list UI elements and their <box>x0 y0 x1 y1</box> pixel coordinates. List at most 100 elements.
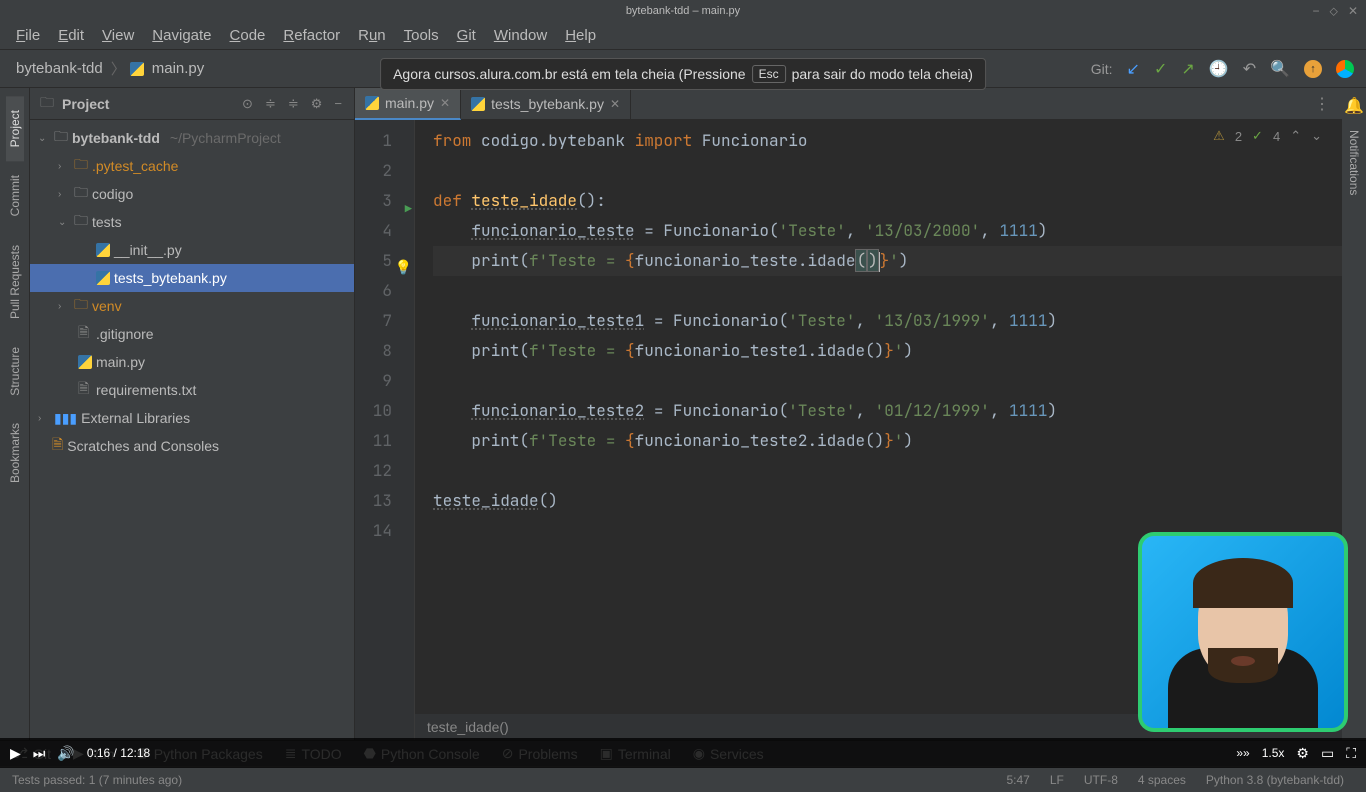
library-icon: ▮▮▮ <box>54 410 77 427</box>
tab-close-icon[interactable]: ✕ <box>440 96 450 110</box>
menu-help[interactable]: Help <box>557 25 604 46</box>
chevron-down-icon[interactable]: ⌄ <box>38 133 50 144</box>
file-label: __init__.py <box>114 242 182 258</box>
file-encoding[interactable]: UTF-8 <box>1074 773 1128 787</box>
line-number: 6 <box>355 276 414 306</box>
line-number: 14 <box>355 516 414 546</box>
tool-project[interactable]: Project <box>6 96 24 161</box>
menu-file[interactable]: File <box>8 25 48 46</box>
settings-gear-icon[interactable]: ⚙ <box>309 96 325 112</box>
history-icon[interactable]: 🕘 <box>1209 59 1229 79</box>
select-opened-icon[interactable]: ⊙ <box>240 96 255 112</box>
volume-icon[interactable]: 🔊 <box>57 745 74 762</box>
close-icon[interactable]: ✕ <box>1348 4 1358 19</box>
folder-label: tests <box>92 214 122 230</box>
chevron-down-icon[interactable]: ⌄ <box>58 217 70 228</box>
tool-commit[interactable]: Commit <box>6 161 24 230</box>
line-number: 3▶ <box>355 186 414 216</box>
settings-gear-icon[interactable]: ⚙ <box>1296 745 1309 762</box>
python-interpreter[interactable]: Python 3.8 (bytebank-tdd) <box>1196 773 1354 787</box>
line-separator[interactable]: LF <box>1040 773 1074 787</box>
play-button[interactable]: ▶ <box>10 745 21 762</box>
chevron-right-icon[interactable]: › <box>38 413 50 424</box>
menu-tools[interactable]: Tools <box>396 25 447 46</box>
tree-external-libraries[interactable]: › ▮▮▮ External Libraries <box>30 404 354 432</box>
rollback-icon[interactable]: ↶ <box>1243 59 1256 79</box>
tab-close-icon[interactable]: ✕ <box>610 97 620 111</box>
chevron-right-icon[interactable]: › <box>58 189 70 200</box>
search-icon[interactable]: 🔍 <box>1270 59 1290 79</box>
python-file-icon <box>96 271 110 285</box>
tool-pull-requests[interactable]: Pull Requests <box>6 231 24 333</box>
chevron-right-icon[interactable]: › <box>58 161 70 172</box>
breadcrumb-separator-icon: 〉 <box>107 58 130 79</box>
status-message: Tests passed: 1 (7 minutes ago) <box>12 773 997 787</box>
tree-requirements[interactable]: 🗎 requirements.txt <box>30 376 354 404</box>
tree-tests-bytebank[interactable]: tests_bytebank.py <box>30 264 354 292</box>
menu-navigate[interactable]: Navigate <box>144 25 219 46</box>
code-line: print(f'Teste = {funcionario_teste1.idad… <box>433 336 1342 366</box>
project-header: 🗀 Project ⊙ ≑ ≑ ⚙ − <box>30 88 354 120</box>
menu-window[interactable]: Window <box>486 25 555 46</box>
git-push-icon[interactable]: ↗ <box>1181 59 1194 79</box>
scratch-label: Scratches and Consoles <box>67 438 219 454</box>
notif-after: para sair do modo tela cheia) <box>792 66 973 82</box>
video-time: 0:16 / 12:18 <box>87 746 150 760</box>
code-line: from codigo.bytebank import Funcionario <box>433 126 1342 156</box>
expand-all-icon[interactable]: ≑ <box>263 96 278 112</box>
tree-main-py[interactable]: main.py <box>30 348 354 376</box>
theater-mode-icon[interactable]: ▭ <box>1321 745 1334 762</box>
notifications-bell-icon[interactable]: 🔔 <box>1344 96 1364 116</box>
minimize-icon[interactable]: − <box>1313 4 1320 19</box>
menu-refactor[interactable]: Refactor <box>275 25 348 46</box>
fullscreen-icon[interactable]: ⛶ <box>1346 745 1356 762</box>
git-pull-icon[interactable]: ↙ <box>1127 59 1140 79</box>
tab-menu-icon[interactable]: ⋮ <box>1302 94 1342 114</box>
tree-root[interactable]: ⌄ 🗀 bytebank-tdd ~/PycharmProject <box>30 124 354 152</box>
code-line: print(f'Teste = {funcionario_teste2.idad… <box>433 426 1342 456</box>
fullscreen-notification: Agora cursos.alura.com.br está em tela c… <box>380 58 986 90</box>
line-number: 12 <box>355 456 414 486</box>
menu-run[interactable]: Run <box>350 25 394 46</box>
breadcrumb-project[interactable]: bytebank-tdd <box>12 60 107 77</box>
tree-pytest-cache[interactable]: › 🗀 .pytest_cache <box>30 152 354 180</box>
tree-tests[interactable]: ⌄ 🗀 tests <box>30 208 354 236</box>
breadcrumb-file[interactable]: main.py <box>148 60 209 77</box>
tree-gitignore[interactable]: 🗎 .gitignore <box>30 320 354 348</box>
tab-tests-bytebank[interactable]: tests_bytebank.py ✕ <box>461 88 631 120</box>
tool-notifications[interactable]: Notifications <box>1345 116 1363 209</box>
maximize-icon[interactable]: ⬦ <box>1330 4 1338 19</box>
menu-view[interactable]: View <box>94 25 142 46</box>
tree-scratches[interactable]: 🗎 Scratches and Consoles <box>30 432 354 460</box>
git-commit-icon[interactable]: ✓ <box>1154 59 1167 79</box>
tool-bookmarks[interactable]: Bookmarks <box>6 409 24 497</box>
menu-git[interactable]: Git <box>449 25 484 46</box>
tree-init-py[interactable]: __init__.py <box>30 236 354 264</box>
folder-icon: 🗀 <box>54 126 68 150</box>
tree-codigo[interactable]: › 🗀 codigo <box>30 180 354 208</box>
menu-edit[interactable]: Edit <box>50 25 92 46</box>
file-label: tests_bytebank.py <box>114 270 227 286</box>
hide-panel-icon[interactable]: − <box>332 96 344 111</box>
project-panel-title[interactable]: Project <box>62 96 232 112</box>
next-button[interactable]: ⏭ <box>33 745 46 762</box>
indent-setting[interactable]: 4 spaces <box>1128 773 1196 787</box>
tool-structure[interactable]: Structure <box>6 333 24 410</box>
line-number: 4 <box>355 216 414 246</box>
tree-venv[interactable]: › 🗀 venv <box>30 292 354 320</box>
caret-position[interactable]: 5:47 <box>997 773 1040 787</box>
update-icon[interactable]: ↑ <box>1304 60 1322 78</box>
navbar-right-icons: Git: ↙ ✓ ↗ 🕘 ↶ 🔍 ↑ <box>1091 59 1354 79</box>
code-line: teste_idade() <box>433 486 1342 516</box>
tab-main-py[interactable]: main.py ✕ <box>355 88 461 120</box>
playback-speed[interactable]: 1.5x <box>1262 746 1285 760</box>
file-label: main.py <box>96 354 145 370</box>
menu-code[interactable]: Code <box>222 25 274 46</box>
code-with-me-icon[interactable] <box>1336 60 1354 78</box>
line-gutter: 1 2 3▶ 4 5💡 6 7 8 9 10 11 12 13 14 <box>355 120 415 740</box>
chevron-right-icon[interactable]: › <box>58 301 70 312</box>
folder-icon: 🗀 <box>74 182 88 206</box>
tab-label: main.py <box>385 95 434 111</box>
collapse-all-icon[interactable]: ≑ <box>286 96 301 112</box>
tab-label: tests_bytebank.py <box>491 96 604 112</box>
